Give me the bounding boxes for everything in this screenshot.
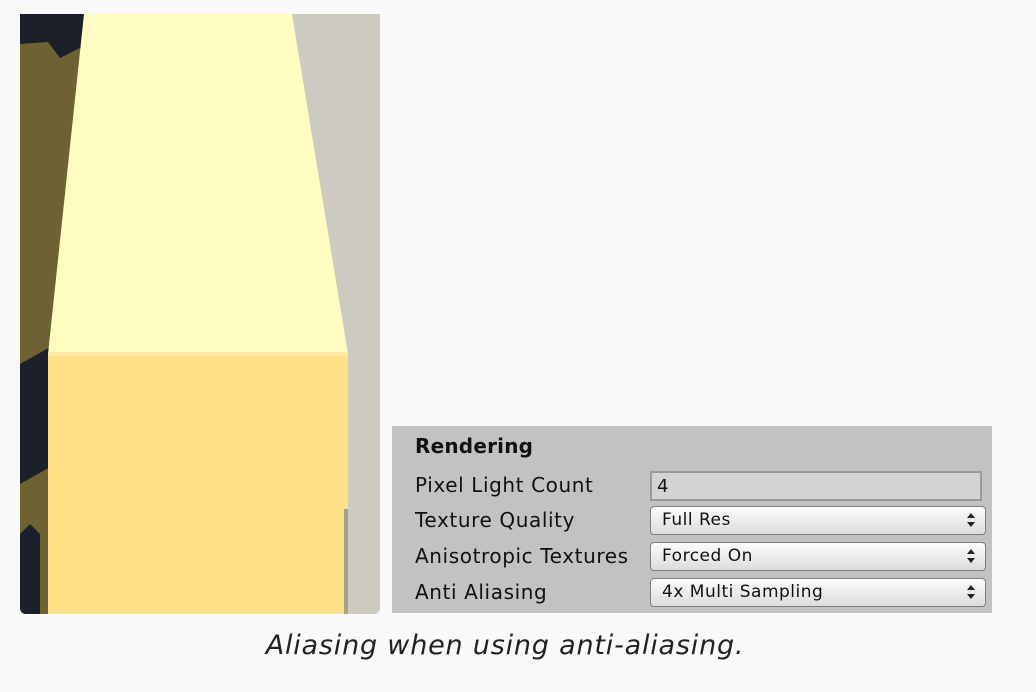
block-right-shadow — [344, 509, 348, 614]
pixel-light-count-label: Pixel Light Count — [415, 473, 594, 497]
panel-title: Rendering — [415, 434, 534, 458]
figure-caption: Aliasing when using anti-aliasing. — [265, 630, 745, 661]
row-anti-aliasing: Anti Aliasing 4x Multi Sampling — [392, 578, 992, 608]
anisotropic-textures-dropdown[interactable]: Forced On — [650, 542, 986, 571]
texture-quality-dropdown[interactable]: Full Res — [650, 506, 986, 535]
dark-corner-bottom — [20, 524, 40, 614]
anti-aliasing-value: 4x Multi Sampling — [662, 582, 824, 602]
row-texture-quality: Texture Quality Full Res — [392, 506, 992, 536]
dark-stripe — [20, 346, 52, 484]
aliased-scene-graphic — [20, 14, 380, 614]
updown-arrow-icon — [967, 549, 975, 563]
anti-aliasing-dropdown[interactable]: 4x Multi Sampling — [650, 578, 986, 607]
block-top-edge — [48, 352, 348, 356]
anisotropic-textures-value: Forced On — [662, 546, 753, 566]
anti-aliasing-label: Anti Aliasing — [415, 580, 548, 604]
row-anisotropic-textures: Anisotropic Textures Forced On — [392, 542, 992, 572]
updown-arrow-icon — [967, 585, 975, 599]
anisotropic-textures-label: Anisotropic Textures — [415, 544, 629, 568]
updown-arrow-icon — [967, 513, 975, 527]
rendering-settings-panel: Rendering Pixel Light Count Texture Qual… — [392, 426, 992, 613]
texture-quality-value: Full Res — [662, 510, 731, 530]
scene-render-image — [20, 14, 380, 614]
row-pixel-light-count: Pixel Light Count — [392, 471, 992, 501]
texture-quality-label: Texture Quality — [415, 508, 576, 532]
pixel-light-count-input[interactable] — [650, 471, 982, 501]
yellow-block — [48, 354, 348, 614]
